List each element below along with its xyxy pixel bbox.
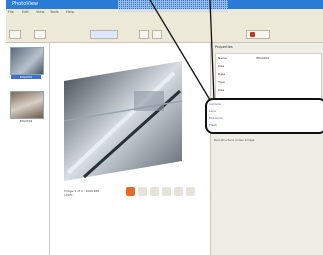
pointer-line-2 <box>209 0 215 101</box>
pointer-line-1 <box>149 0 211 101</box>
annotation-pointer <box>149 0 215 101</box>
